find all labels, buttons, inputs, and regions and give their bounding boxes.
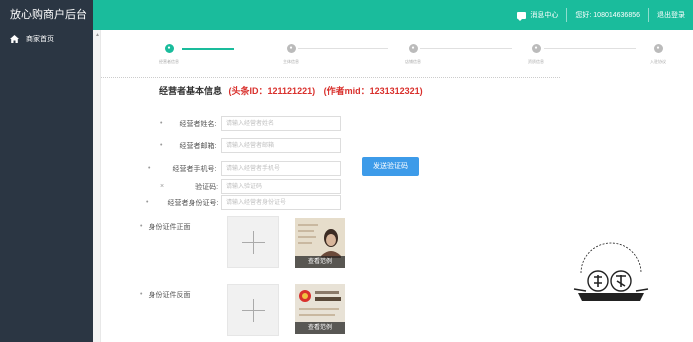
email-label: 经营者邮箱: [179, 142, 217, 150]
view-sample-button[interactable]: 查看范例 [295, 256, 345, 268]
top-bar: 消息中心 您好: 108014636856 退出登录 [93, 0, 693, 30]
required-marker: × [160, 183, 165, 190]
step-5: ● 入驻协议 [638, 44, 678, 65]
step-1: ● 经营者信息 [149, 44, 189, 65]
id-back-label: 身份证件反面 [148, 291, 191, 299]
required-marker: • [140, 291, 143, 298]
idno-input[interactable] [221, 195, 341, 210]
progress-steps: ● 经营者信息 ● 主体信息 ● 店铺信息 ● 资质信息 ● 入驻协议 [158, 44, 678, 74]
logout-link[interactable]: 退出登录 [649, 0, 693, 30]
step-label: 主体信息 [283, 59, 299, 64]
watermark-stamp-icon [573, 242, 649, 301]
id-back-upload[interactable] [227, 284, 279, 336]
step-connector [420, 48, 512, 49]
name-label: 经营者姓名: [179, 120, 217, 128]
step-connector [544, 48, 636, 49]
account-info: 您好: 108014636856 [575, 12, 640, 19]
name-row: • 经营者姓名: [160, 116, 216, 131]
email-row: • 经营者邮箱: [160, 138, 216, 153]
id-front-sample[interactable]: 查看范例 [295, 218, 345, 268]
step-connector [182, 48, 234, 50]
required-marker: • [160, 142, 163, 149]
required-marker: • [148, 165, 151, 172]
step-dot: ● [653, 44, 663, 53]
view-sample-button[interactable]: 查看范例 [295, 322, 345, 334]
scrollbar[interactable] [93, 30, 101, 342]
required-marker: • [146, 199, 149, 206]
id-back-row: • 身份证件反面 [140, 287, 190, 302]
messages-label: 消息中心 [530, 12, 559, 19]
section-divider [101, 77, 560, 78]
id-front-label: 身份证件正面 [148, 223, 191, 231]
id-front-upload[interactable] [227, 216, 279, 268]
required-marker: • [160, 120, 163, 127]
step-dot: ● [531, 44, 541, 53]
idno-row: • 经营者身份证号: [146, 195, 218, 210]
required-marker: • [140, 223, 143, 230]
section-title: 经营者基本信息 (头条ID：121121221) (作者mid：12313123… [159, 84, 429, 97]
brand-title: 放心购商户后台 [0, 0, 93, 30]
phone-row: • 经营者手机号: [148, 161, 216, 176]
phone-input[interactable] [221, 161, 341, 176]
email-input[interactable] [221, 138, 341, 153]
code-row: × 验证码: [160, 179, 218, 194]
plus-icon [253, 299, 254, 322]
headline-id: (头条ID：121121221) [228, 86, 316, 96]
id-front-row: • 身份证件正面 [140, 219, 190, 234]
step-dot: ● [164, 44, 174, 53]
id-back-sample[interactable]: 查看范例 [295, 284, 345, 334]
name-input[interactable] [221, 116, 341, 131]
account-ids: (头条ID：121121221) (作者mid：1231312321) [229, 86, 429, 96]
section-heading: 经营者基本信息 [159, 86, 223, 96]
plus-icon [253, 231, 254, 254]
author-mid: (作者mid：1231312321) [323, 86, 423, 96]
step-2: ● 主体信息 [271, 44, 311, 65]
watermark-logo [566, 233, 656, 313]
step-label: 店铺信息 [405, 59, 421, 64]
phone-label: 经营者手机号: [172, 165, 217, 173]
sidebar-item-home[interactable]: 商家首页 [0, 30, 93, 48]
step-3: ● 店铺信息 [393, 44, 433, 65]
sidebar: 放心购商户后台 商家首页 [0, 0, 93, 342]
step-label: 经营者信息 [159, 59, 179, 64]
send-code-button[interactable]: 发送验证码 [362, 157, 419, 176]
step-dot: ● [286, 44, 296, 53]
message-icon [517, 11, 527, 21]
scroll-up-arrow-icon[interactable]: ▲ [95, 32, 100, 38]
step-connector [298, 48, 388, 49]
idno-label: 经营者身份证号: [167, 199, 219, 207]
step-label: 资质信息 [528, 59, 544, 64]
code-input[interactable] [221, 179, 341, 194]
step-4: ● 资质信息 [516, 44, 556, 65]
sidebar-item-label: 商家首页 [26, 36, 54, 43]
step-dot: ● [408, 44, 418, 53]
home-icon [10, 35, 20, 43]
messages-link[interactable]: 消息中心 [509, 0, 566, 30]
code-label: 验证码: [195, 183, 219, 191]
step-label: 入驻协议 [650, 59, 666, 64]
